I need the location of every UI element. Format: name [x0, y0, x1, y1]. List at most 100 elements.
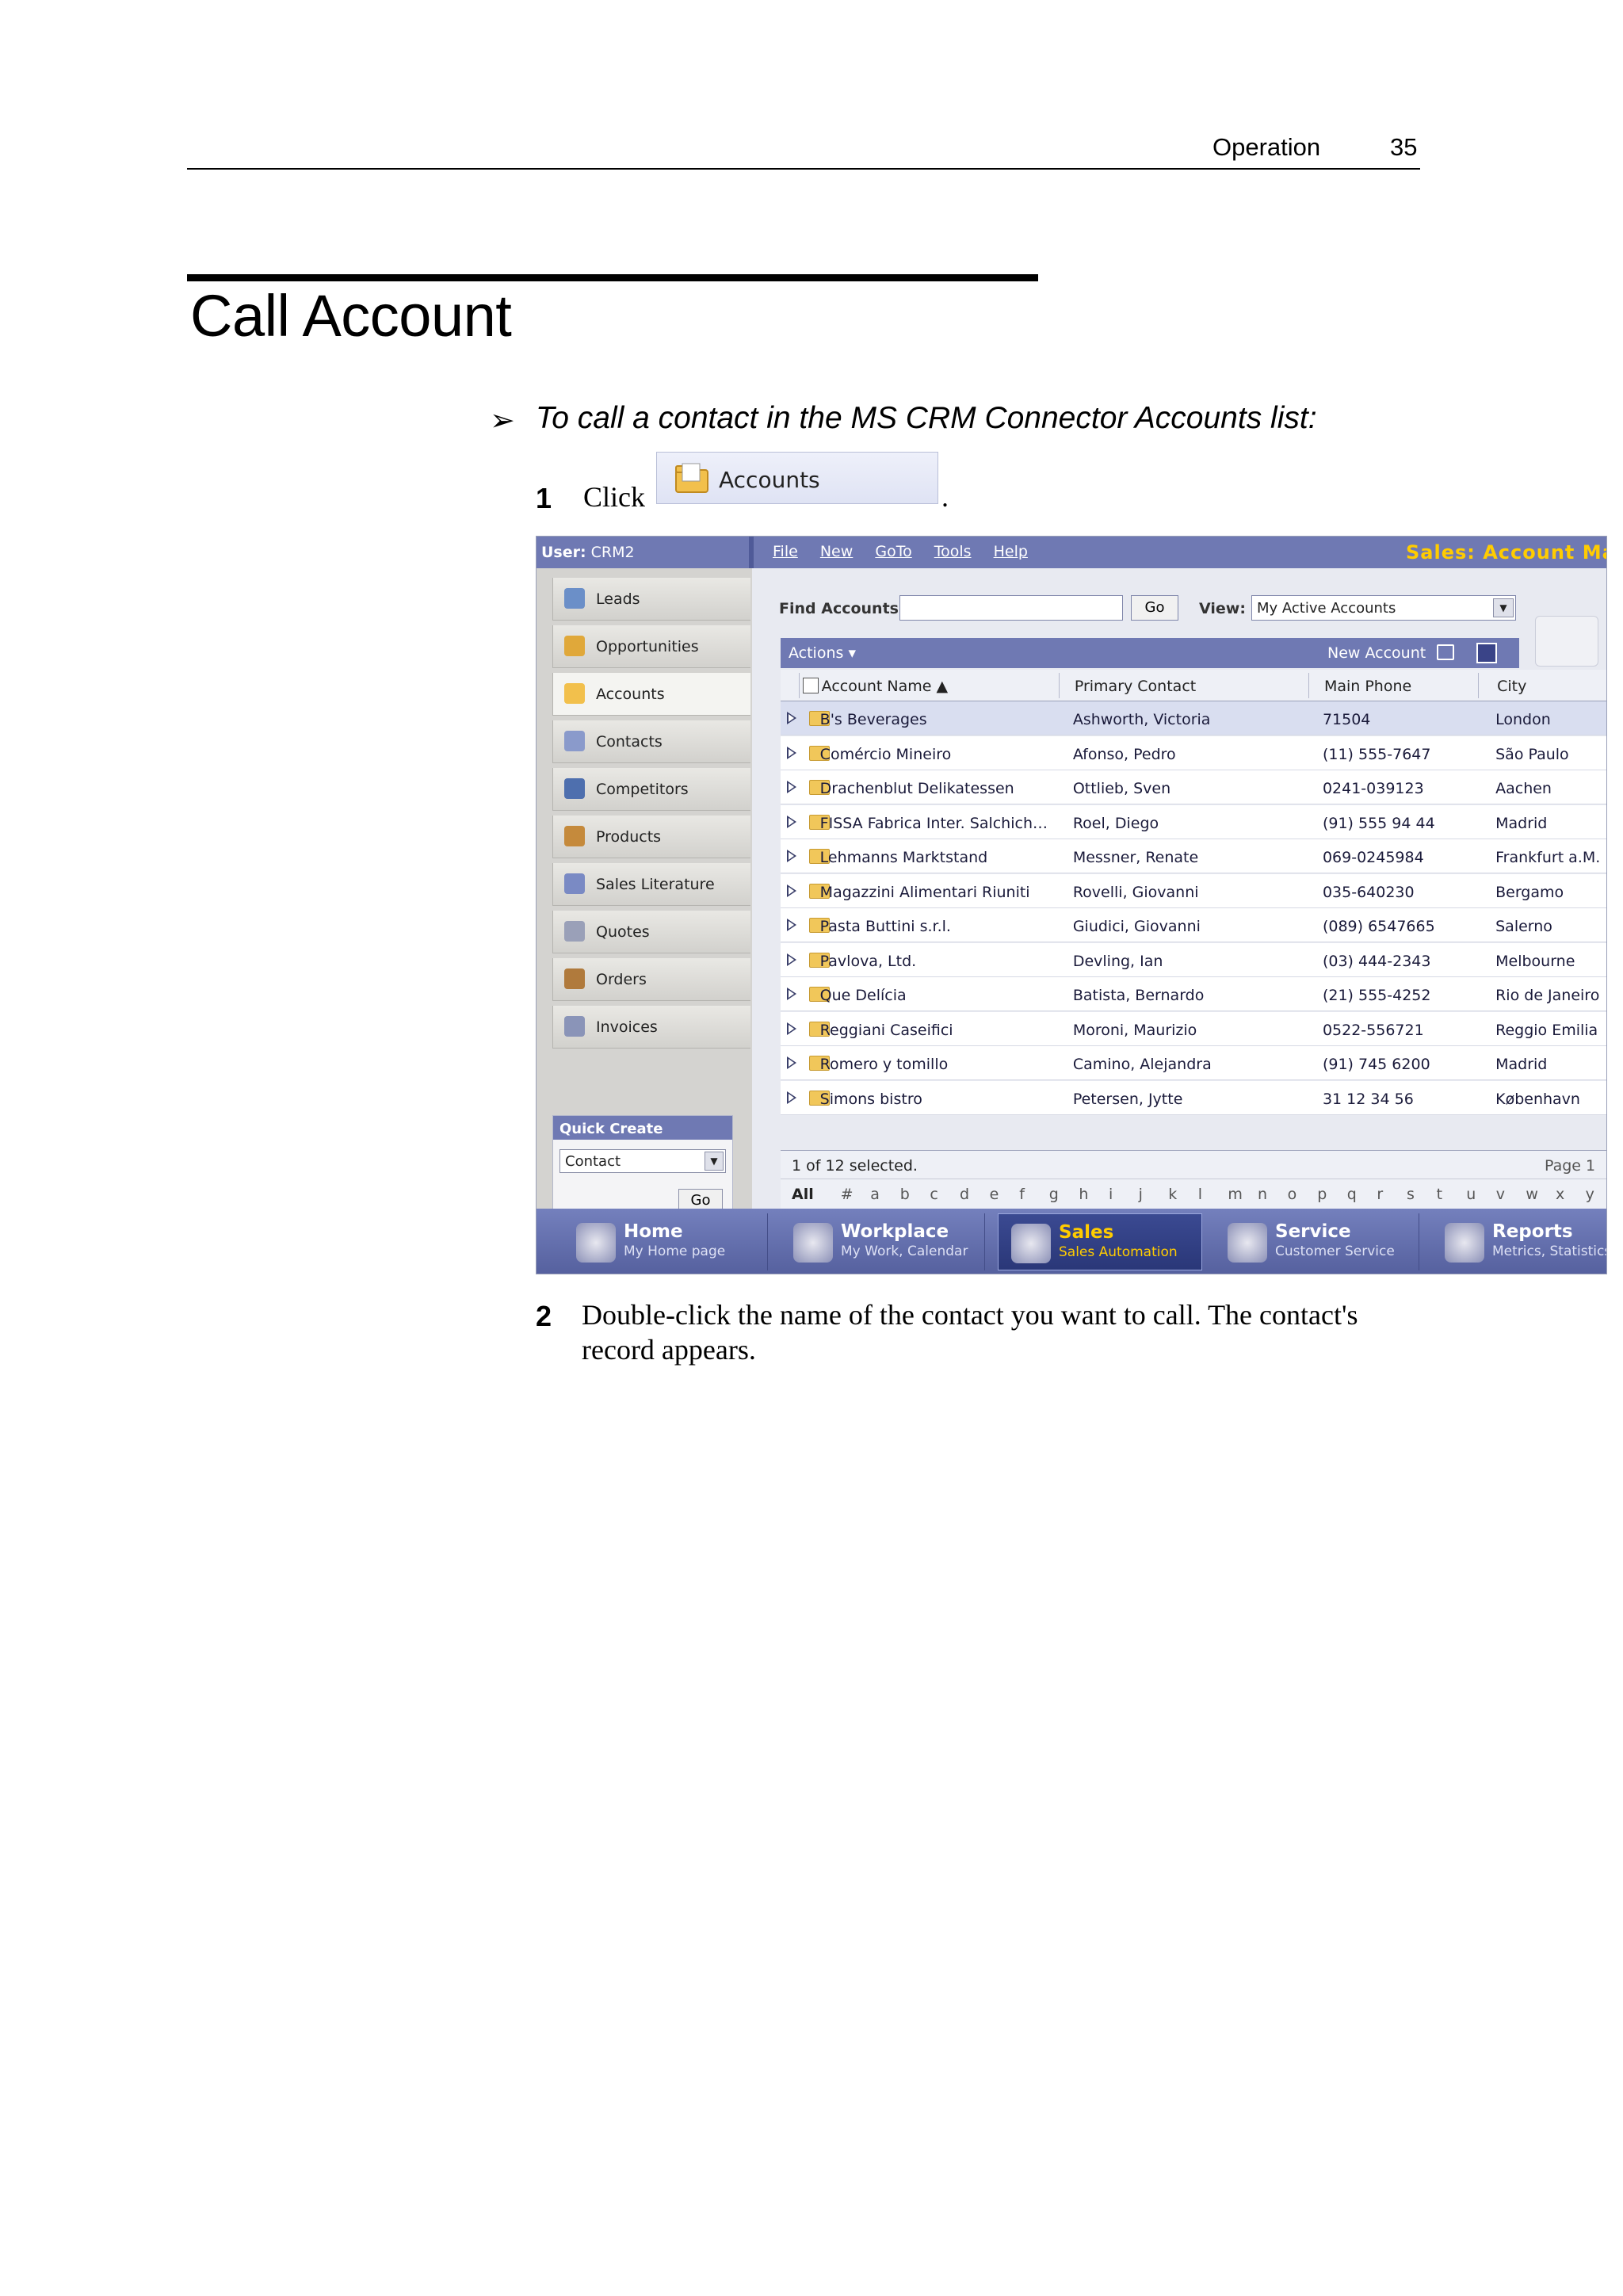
alphabet-filter-t[interactable]: t	[1437, 1186, 1442, 1203]
alphabet-filter-b[interactable]: b	[900, 1186, 910, 1203]
table-row[interactable]: B's Beverages Ashworth, Victoria 71504 Lond…	[781, 701, 1606, 735]
col-account-name[interactable]: Account Name ▲	[822, 678, 948, 695]
view-select[interactable]: My Active Accounts ▼	[1251, 595, 1516, 621]
nav-item-orders[interactable]: Orders	[552, 958, 750, 1001]
alphabet-filter-y[interactable]: y	[1586, 1186, 1594, 1203]
tab-workplace[interactable]: Workplace My Work, Calendar	[781, 1213, 985, 1270]
cell-account-name[interactable]: Pasta Buttini s.r.l.	[820, 918, 951, 935]
cell-account-name[interactable]: Simons bistro	[820, 1091, 922, 1108]
cell-main-phone: 0241-039123	[1322, 780, 1424, 797]
menu-goto[interactable]: GoTo	[875, 543, 911, 560]
menu-file[interactable]: File	[773, 543, 798, 560]
expand-arrow-icon[interactable]	[787, 953, 796, 966]
expand-arrow-icon[interactable]	[787, 988, 796, 1000]
alphabet-filter-a[interactable]: a	[870, 1186, 880, 1203]
alphabet-filter-q[interactable]: q	[1347, 1186, 1357, 1203]
alphabet-filter-s[interactable]: s	[1407, 1186, 1415, 1203]
nav-item-quotes[interactable]: Quotes	[552, 911, 750, 953]
menu-tools[interactable]: Tools	[934, 543, 972, 560]
actions-menu[interactable]: Actions ▾	[789, 644, 856, 662]
chevron-down-icon[interactable]: ▼	[1493, 598, 1514, 617]
cell-account-name[interactable]: Que Delícia	[820, 987, 907, 1004]
alphabet-filter-f[interactable]: f	[1019, 1186, 1025, 1203]
tab-subtitle: My Home page	[624, 1244, 726, 1259]
table-row[interactable]: Pasta Buttini s.r.l. Giudici, Giovanni (08…	[781, 908, 1606, 942]
nav-item-accounts[interactable]: Accounts	[552, 673, 750, 716]
cell-account-name[interactable]: Romero y tomillo	[820, 1056, 949, 1073]
table-row[interactable]: Drachenblut Delikatessen Ottlieb, Sven 024…	[781, 770, 1606, 804]
tab-home[interactable]: Home My Home page	[563, 1213, 768, 1270]
alphabet-filter-d[interactable]: d	[960, 1186, 969, 1203]
expand-arrow-icon[interactable]	[787, 884, 796, 897]
expand-arrow-icon[interactable]	[787, 815, 796, 828]
cell-account-name[interactable]: FISSA Fabrica Inter. Salchich…	[820, 815, 1048, 832]
table-row[interactable]: Que Delícia Batista, Bernardo (21) 555-425…	[781, 977, 1606, 1011]
select-all-checkbox[interactable]	[803, 678, 819, 693]
table-row[interactable]: Lehmanns Marktstand Messner, Renate 069-02…	[781, 839, 1606, 873]
nav-item-competitors[interactable]: Competitors	[552, 768, 750, 811]
menu-new[interactable]: New	[820, 543, 853, 560]
col-city[interactable]: City	[1497, 678, 1526, 695]
quick-create-select[interactable]: Contact ▼	[559, 1149, 726, 1173]
expand-arrow-icon[interactable]	[787, 746, 796, 759]
print-icon[interactable]	[1437, 644, 1454, 660]
expand-arrow-icon[interactable]	[787, 1022, 796, 1035]
alphabet-filter-x[interactable]: x	[1556, 1186, 1564, 1203]
expand-arrow-icon[interactable]	[787, 850, 796, 862]
expand-arrow-icon[interactable]	[787, 712, 796, 724]
alphabet-filter-w[interactable]: w	[1526, 1186, 1538, 1203]
new-account-button[interactable]: New Account	[1327, 644, 1426, 662]
cell-account-name[interactable]: Magazzini Alimentari Riuniti	[820, 884, 1030, 901]
export-icon[interactable]	[1476, 643, 1497, 663]
alphabet-filter-j[interactable]: j	[1139, 1186, 1143, 1203]
table-row[interactable]: Simons bistro Petersen, Jytte 31 12 34 56 K…	[781, 1080, 1606, 1115]
cell-account-name[interactable]: Drachenblut Delikatessen	[820, 780, 1014, 797]
cell-account-name[interactable]: Comércio Mineiro	[820, 746, 952, 763]
find-accounts-input[interactable]	[899, 595, 1123, 621]
alphabet-filter-n[interactable]: n	[1258, 1186, 1267, 1203]
col-main-phone[interactable]: Main Phone	[1324, 678, 1411, 695]
alphabet-filter-all[interactable]: All	[792, 1186, 814, 1203]
cell-account-name[interactable]: B's Beverages	[820, 711, 927, 728]
alphabet-filter-r[interactable]: r	[1377, 1186, 1383, 1203]
alphabet-filter-m[interactable]: m	[1228, 1186, 1243, 1203]
expand-arrow-icon[interactable]	[787, 919, 796, 931]
table-row[interactable]: Reggiani Caseifici Moroni, Maurizio 0522-5…	[781, 1011, 1606, 1046]
cell-account-name[interactable]: Lehmanns Marktstand	[820, 849, 988, 866]
alphabet-filter-l[interactable]: l	[1198, 1186, 1202, 1203]
alphabet-filter-h[interactable]: h	[1079, 1186, 1088, 1203]
alphabet-filter-u[interactable]: u	[1466, 1186, 1476, 1203]
nav-item-sales-literature[interactable]: Sales Literature	[552, 863, 750, 906]
table-row[interactable]: Magazzini Alimentari Riuniti Rovelli, Gio…	[781, 873, 1606, 908]
tab-service[interactable]: Service Customer Service	[1215, 1213, 1419, 1270]
alphabet-filter-k[interactable]: k	[1168, 1186, 1177, 1203]
nav-item-contacts[interactable]: Contacts	[552, 720, 750, 763]
col-primary-contact[interactable]: Primary Contact	[1075, 678, 1196, 695]
tab-sales[interactable]: Sales Sales Automation	[998, 1213, 1202, 1270]
table-row[interactable]: Pavlova, Ltd. Devling, Ian (03) 444-2343 Me…	[781, 942, 1606, 977]
expand-arrow-icon[interactable]	[787, 781, 796, 793]
nav-item-products[interactable]: Products	[552, 816, 750, 858]
alphabet-filter-g[interactable]: g	[1049, 1186, 1059, 1203]
nav-item-invoices[interactable]: Invoices	[552, 1006, 750, 1049]
chevron-down-icon[interactable]: ▼	[705, 1152, 724, 1171]
alphabet-filter-v[interactable]: v	[1496, 1186, 1505, 1203]
table-row[interactable]: FISSA Fabrica Inter. Salchich… Roel, Dieg…	[781, 804, 1606, 839]
alphabet-filter-c[interactable]: c	[930, 1186, 938, 1203]
alphabet-filter-o[interactable]: o	[1288, 1186, 1297, 1203]
alphabet-filter-p[interactable]: p	[1317, 1186, 1327, 1203]
table-row[interactable]: Comércio Mineiro Afonso, Pedro (11) 555-76…	[781, 735, 1606, 770]
table-row[interactable]: Romero y tomillo Camino, Alejandra (91) 74…	[781, 1046, 1606, 1080]
alphabet-filter-i[interactable]: i	[1109, 1186, 1113, 1203]
tab-reports[interactable]: Reports Metrics, Statistics	[1432, 1213, 1606, 1270]
cell-account-name[interactable]: Pavlova, Ltd.	[820, 953, 917, 970]
expand-arrow-icon[interactable]	[787, 1091, 796, 1104]
expand-arrow-icon[interactable]	[787, 1056, 796, 1069]
find-go-button[interactable]: Go	[1131, 595, 1178, 621]
cell-account-name[interactable]: Reggiani Caseifici	[820, 1022, 953, 1039]
menu-help[interactable]: Help	[994, 543, 1028, 560]
nav-item-leads[interactable]: Leads	[552, 578, 750, 621]
nav-item-opportunities[interactable]: Opportunities	[552, 625, 750, 668]
alphabet-filter-e[interactable]: e	[990, 1186, 999, 1203]
alphabet-filter-hash[interactable]: #	[841, 1186, 854, 1203]
